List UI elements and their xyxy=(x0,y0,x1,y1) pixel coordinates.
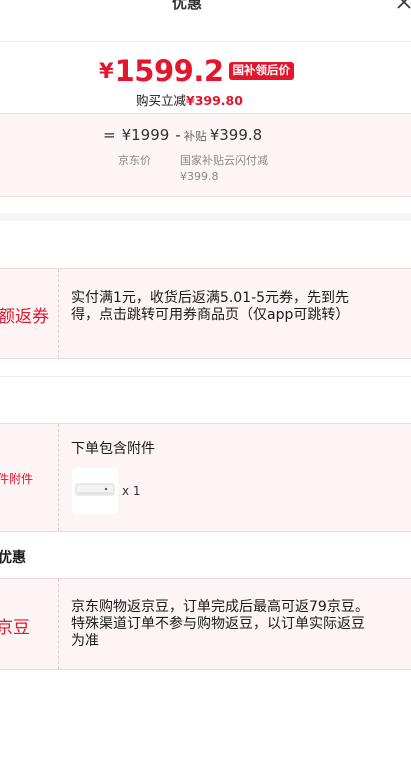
accessory-quantity: x 1 xyxy=(122,484,141,498)
row-gap-divider xyxy=(0,376,411,377)
price-tag-badge: 国补领后价 xyxy=(228,62,295,80)
row-description: 下单包含附件 xyxy=(71,441,155,457)
accessory-row[interactable]: 件附件 下单包含附件 x 1 xyxy=(0,423,411,532)
price-amount: 1599.2 xyxy=(114,54,224,88)
formula-gov-value: ¥399.8 xyxy=(180,170,219,183)
row-description: 京东购物返京豆，订单完成后最高可返79京豆。特殊渠道订单不参与购物返豆，以订单实… xyxy=(71,599,369,649)
section-gap xyxy=(0,213,411,221)
discount-value: ¥399.80 xyxy=(186,93,243,108)
header-divider xyxy=(0,41,411,42)
close-icon[interactable] xyxy=(396,0,411,10)
formula-equals: = xyxy=(103,126,116,144)
formula-subsidy-label: 补贴 xyxy=(183,129,207,143)
jingdou-return-row[interactable]: 京豆 京东购物返京豆，订单完成后最高可返79京豆。特殊渠道订单不参与购物返豆，以… xyxy=(0,578,411,670)
panel-title: 优惠 xyxy=(172,0,203,12)
formula-minus: - xyxy=(175,126,181,144)
row-divider xyxy=(58,579,59,669)
formula-jd-price: ¥1999 xyxy=(121,126,170,144)
discount-label: 购买立减 xyxy=(136,93,187,108)
formula-gov-label: 国家补贴云闪付减 xyxy=(180,154,268,167)
row-divider xyxy=(58,269,59,358)
final-price: ¥ 1599.2 国补领后价 xyxy=(99,54,295,88)
section-title: 优惠 xyxy=(0,550,26,566)
row-label: 京豆 xyxy=(0,617,30,638)
row-description: 实付满1元，收货后返满5.01-5元券，先到先得，点击跳转可用券商品页（仅app… xyxy=(71,290,350,323)
row-label: 件附件 xyxy=(0,472,34,486)
row-divider xyxy=(58,424,59,531)
accessory-image[interactable] xyxy=(72,468,118,514)
coupon-return-row[interactable]: 额返券 实付满1元，收货后返满5.01-5元券，先到先得，点击跳转可用券商品页（… xyxy=(0,268,411,359)
row-label: 额返券 xyxy=(0,307,49,327)
formula-jd-label: 京东价 xyxy=(118,154,151,167)
price-formula: = ¥1999 - 补贴 ¥399.8 xyxy=(103,126,262,144)
discount-summary: 购买立减¥399.80 xyxy=(136,90,243,109)
formula-subsidy-value: ¥399.8 xyxy=(209,126,263,144)
price-currency: ¥ xyxy=(99,59,114,83)
